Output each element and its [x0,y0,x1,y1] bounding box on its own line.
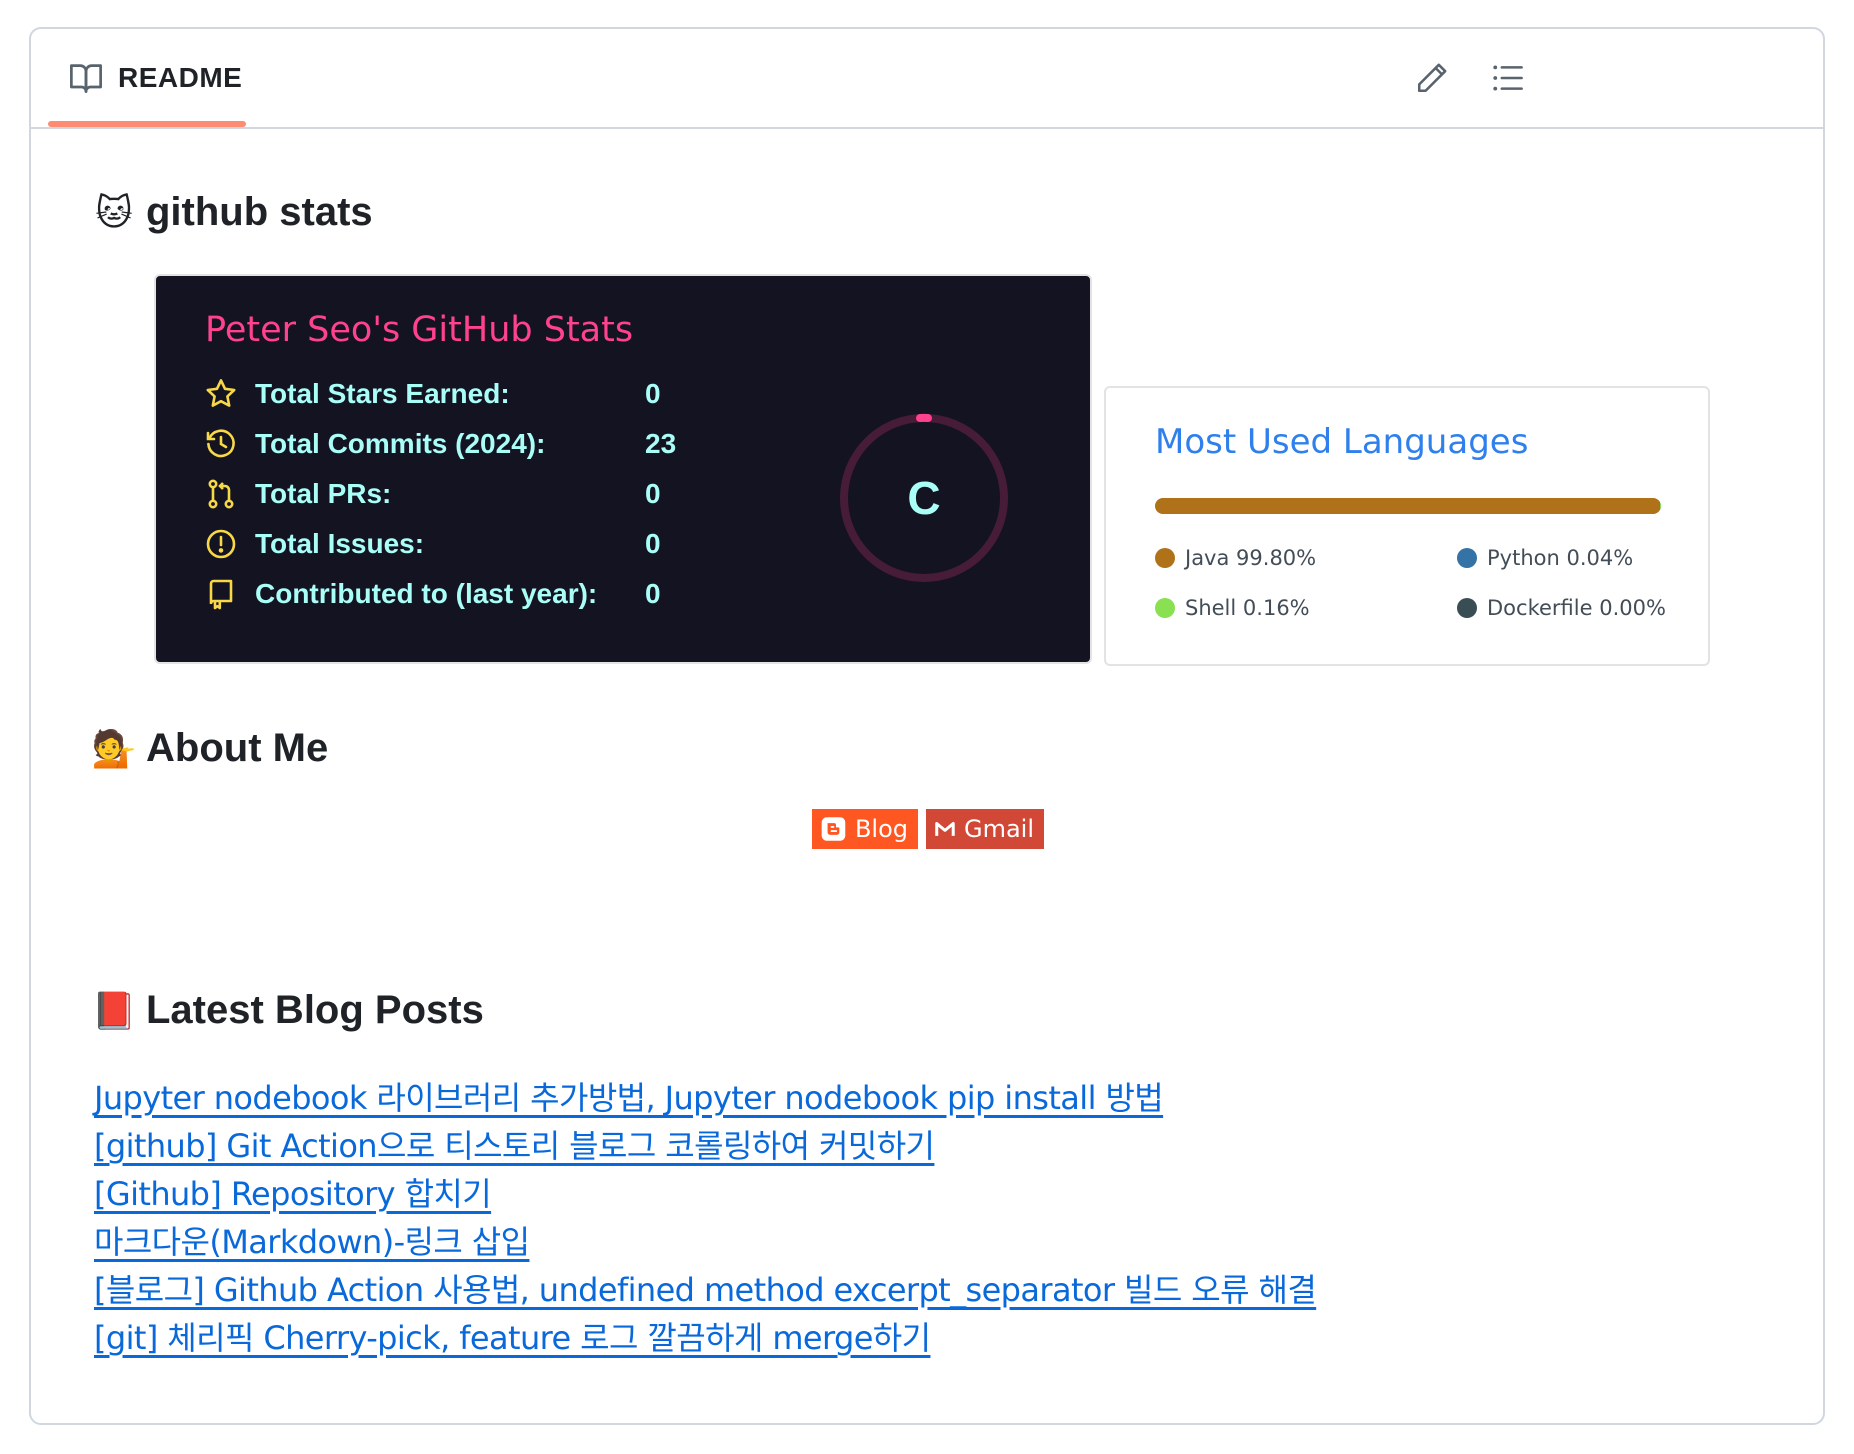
stat-label: Total Issues: [255,528,425,559]
stat-row-prs: Total PRs: 0 [205,474,661,514]
section-heading-blog-posts: 📕 Latest Blog Posts [91,988,484,1033]
language-color-dot [1457,548,1477,568]
stat-row-issues: Total Issues: 0 [205,524,661,564]
language-percent: 0.00% [1599,596,1666,620]
book-icon [70,64,102,93]
blog-post-link[interactable]: 마크다운(Markdown)-링크 삽입 [94,1218,1316,1266]
language-bar-segment [1660,498,1661,514]
blog-badge-label: Blog [854,815,908,843]
readme-header: README [31,29,1823,129]
stat-value: 0 [645,478,661,509]
blog-post-list: Jupyter nodebook 라이브러리 추가방법, Jupyter nod… [94,1074,1317,1362]
history-icon [206,429,235,458]
stats-card-title: Peter Seo's GitHub Stats [205,310,634,350]
section-heading-about-me: 💁 About Me [91,726,329,771]
pencil-icon [1417,63,1447,93]
languages-card-title: Most Used Languages [1155,422,1529,462]
language-item-dockerfile: Dockerfile 0.00% [1457,596,1666,620]
star-icon [206,379,236,407]
cat-emoji-icon: 🐱 [95,191,133,233]
section-heading-github-stats: 🐱 github stats [94,190,373,235]
blog-post-link[interactable]: [Github] Repository 합치기 [94,1170,1316,1218]
language-name: Java [1185,546,1230,570]
tab-readme-label: README [118,62,243,93]
closed-book-icon: 📕 [91,989,137,1031]
language-percent: 0.04% [1566,546,1634,570]
stat-label: Total Commits (2024): [255,428,546,459]
repo-icon [209,579,233,610]
section-heading-text: About Me [146,726,329,770]
person-tipping-hand-icon: 💁 [91,727,137,769]
language-bar-segment [1155,498,1660,514]
language-item-shell: Shell 0.16% [1155,596,1310,620]
tab-readme[interactable]: README [48,29,262,127]
top-languages-card[interactable]: Most Used Languages Java 99.80% Python 0… [1104,386,1710,666]
stat-label: Contributed to (last year): [255,578,598,609]
rank-circle: C [840,413,1008,582]
stat-label: Total Stars Earned: [255,378,510,409]
blog-post-link[interactable]: Jupyter nodebook 라이브러리 추가방법, Jupyter nod… [94,1074,1316,1122]
list-unordered-icon [1493,65,1523,91]
issue-icon [206,529,236,559]
stat-value: 0 [645,578,661,609]
language-item-python: Python 0.04% [1457,546,1633,570]
language-color-dot [1457,598,1477,618]
github-stats-card[interactable]: Peter Seo's GitHub Stats Total Stars Ear… [154,274,1092,664]
blog-post-link[interactable]: [블로그] Github Action 사용법, undefined metho… [94,1266,1317,1314]
stat-row-contributed: Contributed to (last year): 0 [205,574,661,614]
stat-row-stars: Total Stars Earned: 0 [205,374,661,414]
edit-button[interactable] [1407,53,1457,103]
language-name: Dockerfile [1487,596,1593,620]
language-percent: 0.16% [1242,596,1310,620]
stat-label: Total PRs: [255,478,392,509]
stat-value: 0 [645,528,661,559]
language-name: Python [1487,546,1560,570]
section-heading-text: github stats [146,190,373,234]
gmail-icon [935,821,955,836]
language-percent: 99.80% [1236,546,1317,570]
outline-button[interactable] [1483,53,1533,103]
pull-request-icon [208,479,234,509]
language-color-dot [1155,548,1175,568]
language-item-java: Java 99.80% [1155,546,1316,570]
gmail-badge-label: Gmail [963,815,1034,843]
blog-post-link[interactable]: [github] Git Action으로 티스토리 블로그 코롤링하여 커밋하… [94,1122,1316,1170]
language-color-dot [1155,598,1175,618]
stat-value: 23 [645,428,677,459]
languages-progress-bar [1155,498,1661,514]
rank-letter: C [907,472,940,524]
language-name: Shell [1185,596,1237,620]
stat-row-commits: Total Commits (2024): 23 [205,424,676,464]
section-heading-text: Latest Blog Posts [146,988,484,1032]
blogger-icon [821,817,846,841]
blog-post-link[interactable]: [git] 체리픽 Cherry-pick, feature 로그 깔끔하게 m… [94,1314,1316,1362]
blog-badge-link[interactable]: Blog [812,809,918,849]
gmail-badge-link[interactable]: Gmail [926,809,1044,849]
active-tab-indicator [48,121,246,127]
stat-value: 0 [645,378,661,409]
